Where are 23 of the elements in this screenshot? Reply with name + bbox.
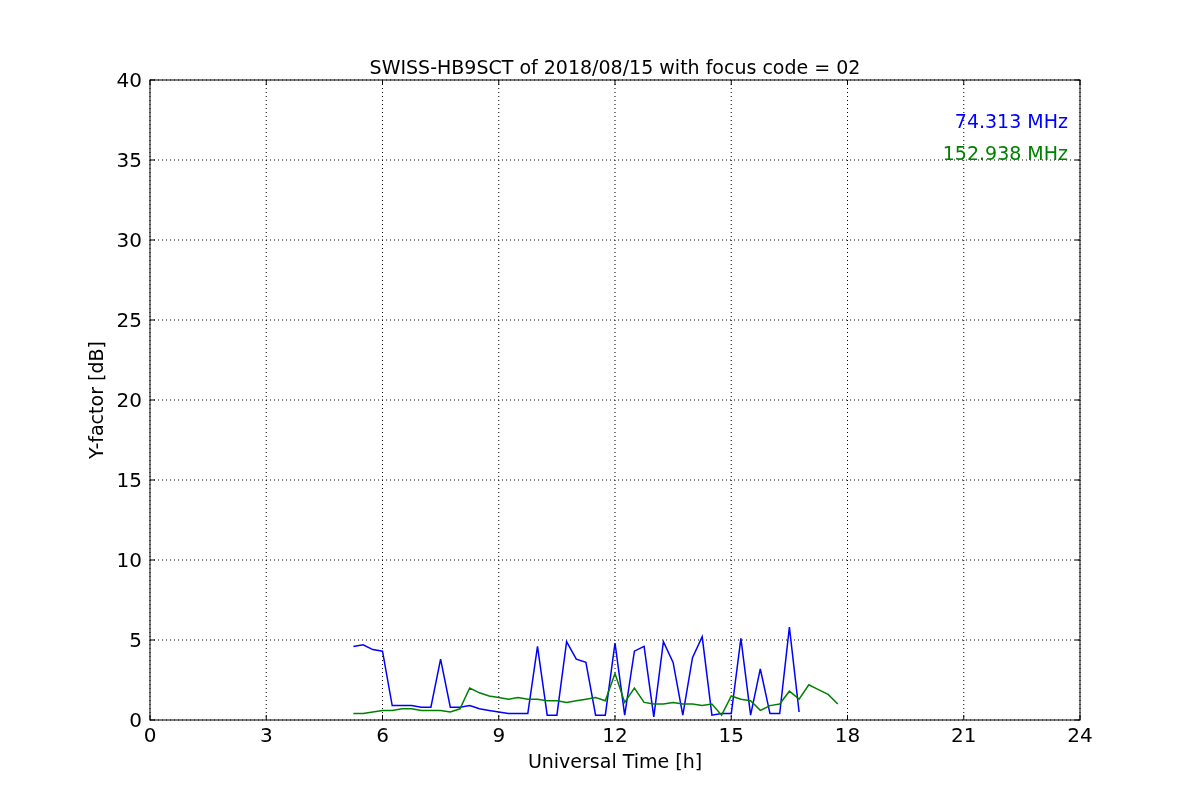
x-tick-label: 21 bbox=[951, 723, 977, 747]
y-tick-label: 25 bbox=[116, 308, 142, 332]
y-tick-label: 0 bbox=[129, 708, 142, 732]
chart-title: SWISS-HB9SCT of 2018/08/15 with focus code = 02 bbox=[369, 56, 861, 78]
y-tick-label: 10 bbox=[116, 548, 142, 572]
legend-label: 152.938 MHz bbox=[942, 142, 1068, 164]
x-tick-label: 6 bbox=[376, 723, 389, 747]
x-tick-label: 9 bbox=[492, 723, 506, 747]
y-tick-label: 30 bbox=[116, 228, 142, 252]
x-tick-label: 0 bbox=[143, 723, 157, 747]
x-axis-label: Universal Time [h] bbox=[527, 750, 703, 772]
y-tick-label: 35 bbox=[116, 148, 142, 172]
y-tick-label: 20 bbox=[116, 388, 142, 412]
x-tick-label: 15 bbox=[718, 723, 744, 747]
y-axis-label: Y-factor [dB] bbox=[85, 341, 107, 459]
legend-label: 74.313 MHz bbox=[954, 110, 1068, 132]
y-tick-label: 15 bbox=[116, 468, 142, 492]
x-tick-label: 3 bbox=[259, 723, 273, 747]
x-tick-label: 12 bbox=[602, 723, 628, 747]
y-tick-label: 40 bbox=[116, 68, 142, 92]
x-tick-label: 24 bbox=[1067, 723, 1093, 747]
x-tick-label: 18 bbox=[834, 723, 861, 747]
y-tick-label: 5 bbox=[129, 628, 142, 652]
